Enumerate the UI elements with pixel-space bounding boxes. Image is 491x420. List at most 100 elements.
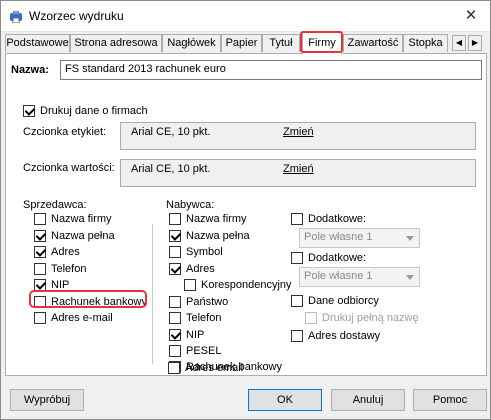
buyer-nazwa-pelna-checkbox[interactable]: Nazwa pełna <box>169 230 250 244</box>
tab-tytul[interactable]: Tytuł <box>262 34 300 52</box>
seller-adres-checkbox[interactable]: Adres <box>34 246 80 260</box>
label-font-label: Czcionka etykiet: <box>23 126 107 138</box>
checkbox-box <box>34 230 46 242</box>
additional1-select-value: Pole własne 1 <box>304 231 373 243</box>
checkbox-box <box>169 230 181 242</box>
buyer-telefon-checkbox[interactable]: Telefon <box>169 312 221 326</box>
checkbox-box <box>34 296 46 308</box>
buyer-korespondencyjny-checkbox[interactable]: Korespondencyjny <box>184 279 292 293</box>
buyer-nazwa-pelna-label: Nazwa pełna <box>186 230 250 242</box>
close-icon[interactable]: ✕ <box>460 6 482 26</box>
checkbox-box <box>168 362 180 374</box>
column-divider <box>152 224 153 364</box>
checkbox-box <box>34 246 46 258</box>
buyer-adres-email-checkbox[interactable]: Adres email <box>168 362 243 376</box>
checkbox-box <box>169 296 181 308</box>
label-font-change-link[interactable]: Zmień <box>283 126 314 138</box>
buyer-symbol-checkbox[interactable]: Symbol <box>169 246 223 260</box>
checkbox-box <box>34 213 46 225</box>
tab-firmy[interactable]: Firmy <box>302 32 342 54</box>
print-full-name-checkbox[interactable]: Drukuj pełną nazwę <box>305 312 419 326</box>
name-input[interactable]: FS standard 2013 rachunek euro <box>60 60 482 80</box>
seller-adres-label: Adres <box>51 246 80 258</box>
additional1-label: Dodatkowe: <box>308 213 367 225</box>
print-company-data-checkbox[interactable]: Drukuj dane o firmach <box>23 105 148 119</box>
tab-naglowek[interactable]: Nagłówek <box>162 34 221 52</box>
additional2-label: Dodatkowe: <box>308 252 367 264</box>
buyer-pesel-checkbox[interactable]: PESEL <box>169 345 221 359</box>
recipient-data-checkbox[interactable]: Dane odbiorcy <box>291 295 379 309</box>
additional1-select[interactable]: Pole własne 1 <box>299 228 420 248</box>
seller-telefon-label: Telefon <box>51 263 87 275</box>
seller-adres-email-checkbox[interactable]: Adres e-mail <box>34 312 113 326</box>
checkbox-box <box>291 213 303 225</box>
checkbox-box <box>291 252 303 264</box>
tab-papier[interactable]: Papier <box>221 34 262 52</box>
print-company-data-label: Drukuj dane o firmach <box>40 105 148 117</box>
print-template-dialog: Wzorzec wydruku ✕ Podstawowe Strona adre… <box>0 0 491 420</box>
delivery-address-label: Adres dostawy <box>308 330 381 342</box>
delivery-address-checkbox[interactable]: Adres dostawy <box>291 330 380 344</box>
checkbox-box <box>34 263 46 275</box>
checkbox-box <box>169 329 181 341</box>
checkbox-box <box>169 312 181 324</box>
try-button[interactable]: Wypróbuj <box>10 389 84 411</box>
tab-podstawowe[interactable]: Podstawowe <box>5 34 70 52</box>
tab-scroll-right-icon[interactable]: ▶ <box>468 35 482 51</box>
buyer-heading: Nabywca: <box>166 199 215 211</box>
checkbox-box <box>291 330 303 342</box>
seller-nip-checkbox[interactable]: NIP <box>34 279 69 293</box>
seller-rachunek-bankowy-label: Rachunek bankowy <box>51 296 148 308</box>
cancel-button[interactable]: Anuluj <box>331 389 405 411</box>
chevron-down-icon <box>406 275 414 280</box>
recipient-data-label: Dane odbiorcy <box>308 295 379 307</box>
buyer-adres-checkbox[interactable]: Adres <box>169 263 215 277</box>
checkbox-box <box>169 345 181 357</box>
buyer-nip-label: NIP <box>186 329 205 341</box>
buyer-panstwo-checkbox[interactable]: Państwo <box>169 296 228 310</box>
name-label: Nazwa: <box>11 64 49 76</box>
tab-strona-adresowa[interactable]: Strona adresowa <box>70 34 162 52</box>
value-font-label: Czcionka wartości: <box>23 162 115 174</box>
additional2-checkbox[interactable]: Dodatkowe: <box>291 252 366 266</box>
value-font-change-link[interactable]: Zmień <box>283 163 314 175</box>
ok-button[interactable]: OK <box>248 389 322 411</box>
checkbox-box <box>305 312 317 324</box>
seller-rachunek-bankowy-checkbox[interactable]: Rachunek bankowy <box>34 296 147 310</box>
buyer-nazwa-firmy-checkbox[interactable]: Nazwa firmy <box>169 213 247 227</box>
buyer-panstwo-label: Państwo <box>186 296 229 308</box>
seller-heading: Sprzedawca: <box>23 199 87 211</box>
tab-stopka[interactable]: Stopka <box>403 34 448 52</box>
tab-zawartosc[interactable]: Zawartość <box>343 34 403 52</box>
window-title: Wzorzec wydruku <box>29 9 124 23</box>
checkbox-box <box>34 279 46 291</box>
checkbox-box <box>169 213 181 225</box>
seller-nazwa-firmy-checkbox[interactable]: Nazwa firmy <box>34 213 112 227</box>
buyer-telefon-label: Telefon <box>186 312 222 324</box>
buyer-adres-email-label: Adres email <box>185 362 244 374</box>
additional2-select-value: Pole własne 1 <box>304 270 373 282</box>
value-font-value: Arial CE, 10 pkt. <box>131 163 211 175</box>
additional1-checkbox[interactable]: Dodatkowe: <box>291 213 366 227</box>
seller-nip-label: NIP <box>51 279 70 291</box>
checkbox-box <box>184 279 196 291</box>
tab-scroll-left-icon[interactable]: ◀ <box>452 35 466 51</box>
value-font-box: Arial CE, 10 pkt. Zmień <box>120 159 476 187</box>
help-button[interactable]: Pomoc <box>413 389 487 411</box>
chevron-down-icon <box>406 236 414 241</box>
seller-nazwa-firmy-label: Nazwa firmy <box>51 213 112 225</box>
title-bar: Wzorzec wydruku ✕ <box>1 1 490 32</box>
label-font-box: Arial CE, 10 pkt. Zmień <box>120 122 476 150</box>
seller-telefon-checkbox[interactable]: Telefon <box>34 263 86 277</box>
app-icon <box>10 11 22 23</box>
buyer-nip-checkbox[interactable]: NIP <box>169 329 204 343</box>
seller-nazwa-pelna-label: Nazwa pełna <box>51 230 115 242</box>
buyer-nazwa-firmy-label: Nazwa firmy <box>186 213 247 225</box>
tab-strip: Podstawowe Strona adresowa Nagłówek Papi… <box>5 31 488 54</box>
additional2-select[interactable]: Pole własne 1 <box>299 267 420 287</box>
print-full-name-label: Drukuj pełną nazwę <box>322 312 419 324</box>
seller-adres-email-label: Adres e-mail <box>51 312 113 324</box>
buyer-symbol-label: Symbol <box>186 246 223 258</box>
checkbox-box <box>291 295 303 307</box>
seller-nazwa-pelna-checkbox[interactable]: Nazwa pełna <box>34 230 115 244</box>
